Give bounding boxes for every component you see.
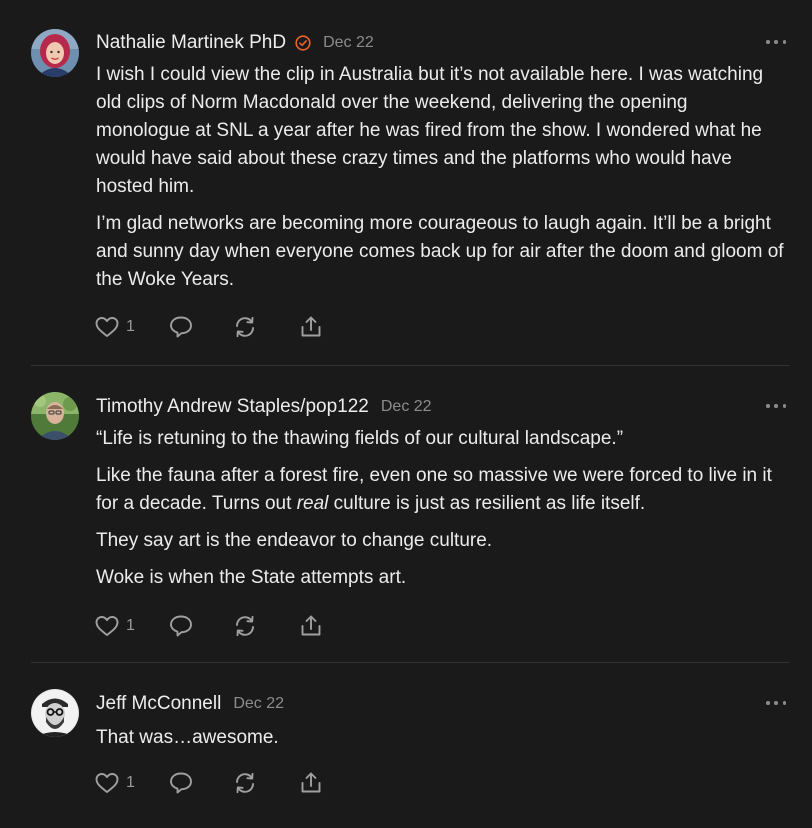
heart-icon (95, 773, 119, 793)
comment-actions: 1 (94, 312, 324, 342)
comment-date[interactable]: Dec 22 (233, 695, 284, 713)
share-icon (301, 772, 321, 793)
verified-badge-icon (295, 35, 311, 51)
comment-body: I wish I could view the clip in Australi… (96, 61, 786, 303)
restack-icon (235, 772, 254, 794)
comment-header: Jeff McConnell Dec 22 (96, 691, 284, 717)
speech-bubble-icon (169, 772, 192, 794)
reply-button[interactable] (168, 314, 194, 340)
restack-button[interactable] (232, 770, 258, 796)
more-icon[interactable] (766, 37, 786, 47)
like-count: 1 (126, 318, 135, 335)
like-button[interactable]: 1 (94, 614, 135, 638)
comment-text: culture is just as resilient as life its… (328, 493, 646, 514)
comment-paragraph: They say art is the endeavor to change c… (96, 530, 493, 551)
more-icon[interactable] (766, 698, 786, 708)
restack-button[interactable] (232, 314, 258, 340)
reply-button[interactable] (168, 770, 194, 796)
comment-3: Jeff McConnell Dec 22 That was…awesome. … (0, 663, 812, 828)
heart-icon (95, 616, 119, 636)
share-button[interactable] (298, 314, 324, 340)
comment-actions: 1 (94, 768, 324, 798)
comment-1: Nathalie Martinek PhD Dec 22 I wish I co… (0, 0, 812, 366)
comment-body: That was…awesome. (96, 724, 786, 761)
share-icon (301, 615, 321, 636)
avatar[interactable] (31, 392, 79, 440)
reply-button[interactable] (168, 613, 194, 639)
restack-icon (235, 316, 254, 338)
comment-body: “Life is retuning to the thawing fields … (96, 425, 786, 601)
more-icon[interactable] (766, 401, 786, 411)
comment-paragraph: I’m glad networks are becoming more cour… (96, 213, 784, 290)
restack-icon (235, 615, 254, 637)
share-button[interactable] (298, 770, 324, 796)
comment-header: Nathalie Martinek PhD Dec 22 (96, 30, 374, 56)
like-count: 1 (126, 774, 135, 791)
restack-button[interactable] (232, 613, 258, 639)
comment-date[interactable]: Dec 22 (381, 398, 432, 416)
comment-paragraph: I wish I could view the clip in Australi… (96, 64, 764, 197)
comment-header: Timothy Andrew Staples/pop122 Dec 22 (96, 394, 432, 420)
like-button[interactable]: 1 (94, 771, 135, 795)
like-button[interactable]: 1 (94, 315, 135, 339)
speech-bubble-icon (169, 615, 192, 637)
comment-paragraph: Woke is when the State attempts art. (96, 567, 407, 588)
share-icon (301, 316, 321, 337)
comment-2: Timothy Andrew Staples/pop122 Dec 22 “Li… (0, 366, 812, 663)
avatar[interactable] (31, 689, 79, 737)
comment-emphasis: real (296, 493, 329, 514)
comment-paragraph: That was…awesome. (96, 727, 279, 748)
avatar[interactable] (31, 29, 79, 77)
author-name[interactable]: Jeff McConnell (96, 693, 221, 715)
speech-bubble-icon (169, 316, 192, 338)
like-count: 1 (126, 617, 135, 634)
author-name[interactable]: Timothy Andrew Staples/pop122 (96, 396, 369, 418)
author-name[interactable]: Nathalie Martinek PhD (96, 32, 286, 54)
comment-actions: 1 (94, 611, 324, 641)
share-button[interactable] (298, 613, 324, 639)
comment-paragraph: “Life is retuning to the thawing fields … (96, 428, 624, 449)
heart-icon (95, 317, 119, 337)
comment-date[interactable]: Dec 22 (323, 34, 374, 52)
comment-paragraph: Like the fauna after a forest fire, even… (96, 462, 786, 518)
